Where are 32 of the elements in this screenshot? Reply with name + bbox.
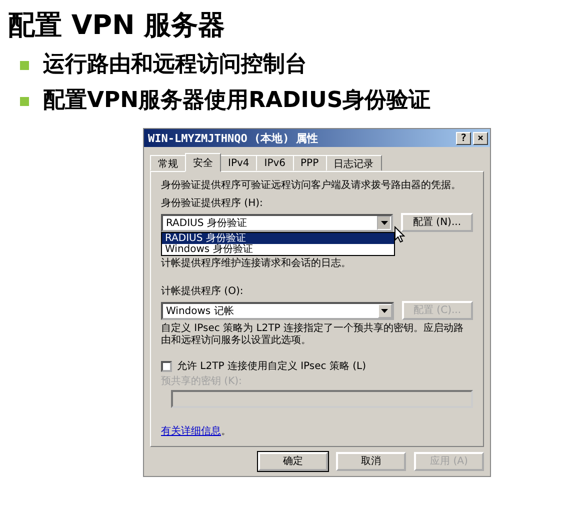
checkbox[interactable] [161,360,172,372]
bullet-icon [20,96,29,106]
ipsec-note: 自定义 IPsec 策略为 L2TP 连接指定了一个预共享的密钥。应启动路由和远程访问服务以设置此选项。 [161,323,464,347]
bullet-text: 配置VPN服务器使用RADIUS身份验证 [43,87,431,115]
more-info-suffix: 。 [221,426,231,437]
dropdown-arrow-icon [381,308,388,312]
tab[interactable]: PPP [292,155,327,171]
slide-title: 配置 VPN 服务器 [8,10,226,42]
configure-button[interactable]: 配置 (N)... [401,213,473,232]
more-info-link[interactable]: 有关详细信息 [161,426,221,437]
dropdown-option[interactable]: RADIUS 身份验证 [162,232,394,244]
dropdown-option[interactable]: Windows 身份验证 [162,244,394,254]
checkbox-label: 允许 L2TP 连接使用自定义 IPsec 策略 (L) [177,360,366,373]
tab[interactable]: 常规 [150,155,186,171]
dropdown-button[interactable] [377,216,391,230]
bullet-icon [20,60,29,70]
window-title: WIN-LMYZMJTHNQO (本地) 属性 [148,130,319,146]
dropdown-arrow-icon [380,220,388,224]
accounting-provider-label: 计帐提供程序 (O): [161,286,244,298]
tab[interactable]: 安全 [185,153,221,172]
tab[interactable]: 日志记录 [326,155,382,171]
close-button[interactable]: × [473,132,488,144]
dropdown-button[interactable] [378,304,392,318]
tab[interactable]: IPv6 [256,155,294,171]
auth-provider-label: 身份验证提供程序 (H): [161,198,264,210]
accounting-description: 计帐提供程序维护连接请求和会话的日志。 [161,258,352,270]
dropdown-field[interactable]: Windows 记帐 [161,302,394,320]
bullet-text: 运行路由和远程访问控制台 [43,50,307,79]
ok-button[interactable]: 确定 [258,452,328,471]
help-button[interactable]: ? [456,132,471,144]
cancel-button[interactable]: 取消 [336,452,406,471]
auth-description: 身份验证提供程序可验证远程访问客户端及请求拨号路由器的凭据。 [161,180,462,192]
